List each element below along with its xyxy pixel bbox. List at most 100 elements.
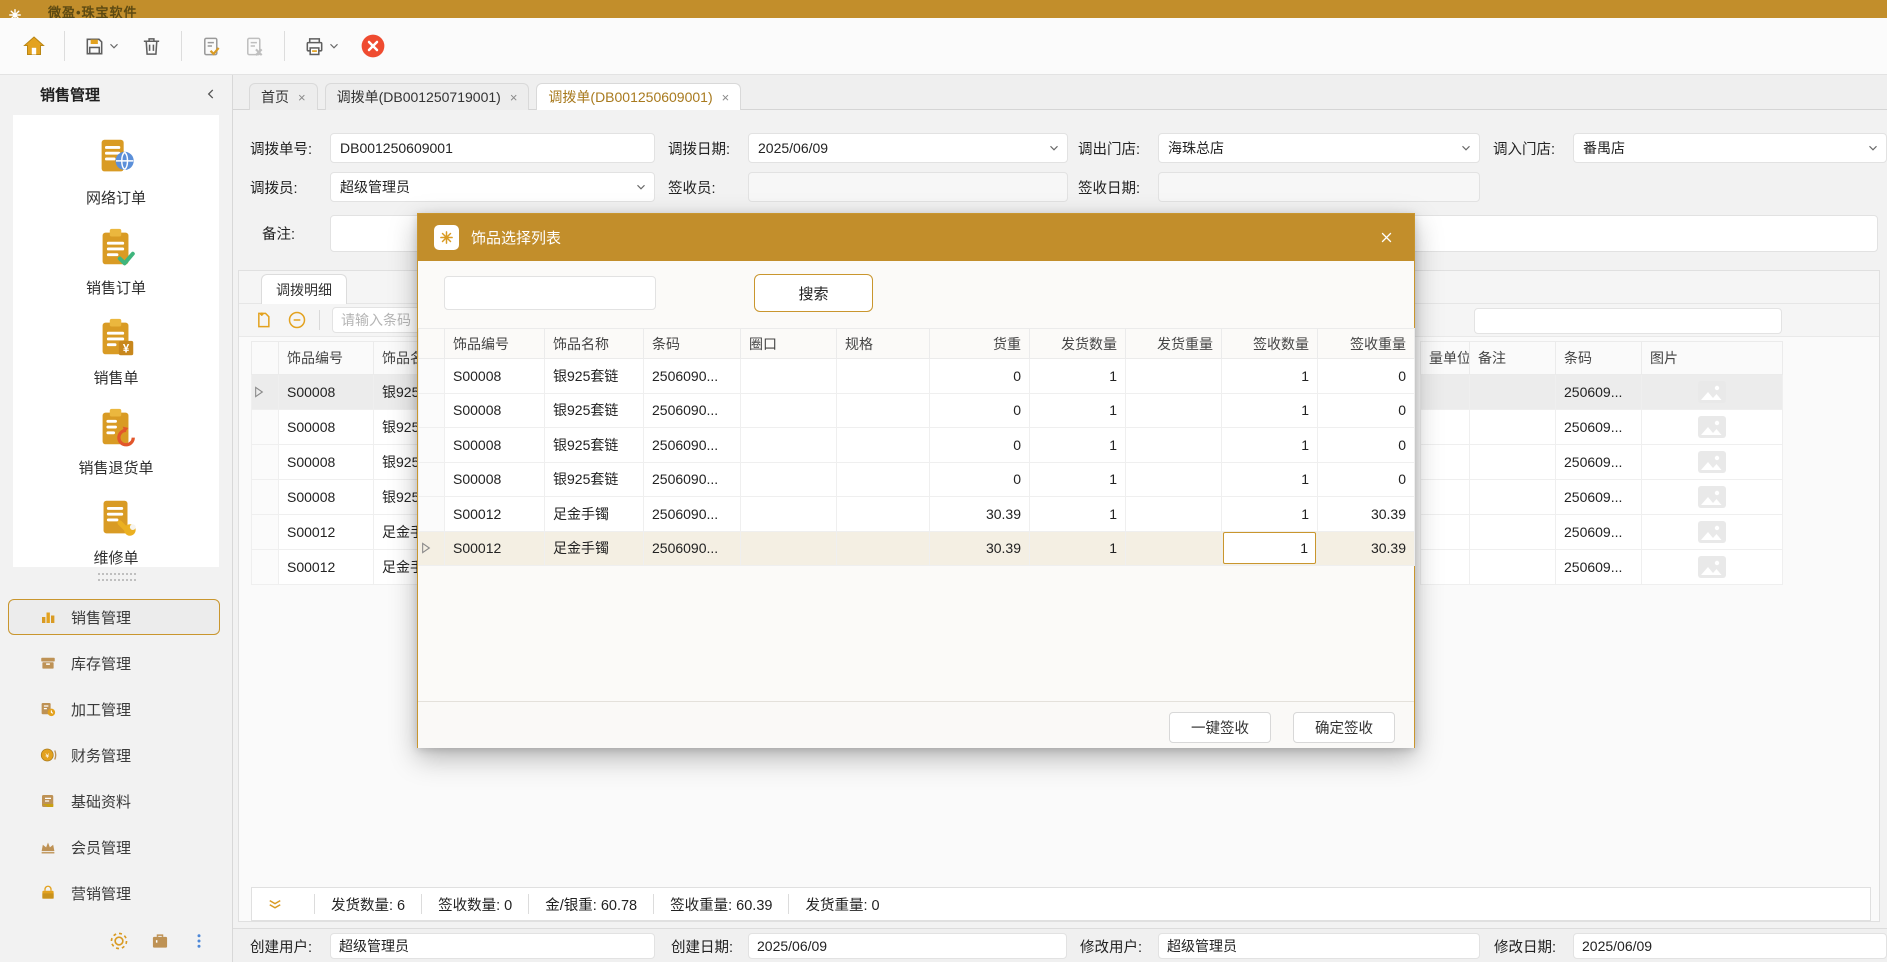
confirm-sign-button[interactable]: 确定签收 (1293, 712, 1395, 743)
column-header[interactable]: 备注 (1470, 342, 1556, 375)
shortcut-销售退货单[interactable]: 销售退货单 (78, 405, 153, 478)
cell: 2506090... (644, 531, 741, 566)
table-row[interactable]: S00012足金手镯2506090...30.391130.39 (419, 497, 1415, 532)
cell: 250609... (1556, 515, 1642, 550)
gear-icon[interactable] (108, 930, 130, 952)
table-row[interactable]: S00008银925套链2506090...0110 (419, 428, 1415, 463)
shortcut-网络订单[interactable]: 网络订单 (86, 135, 146, 208)
sidebar-item-库存管理[interactable]: 库存管理 (8, 645, 220, 681)
cell: 足金手镯 (545, 497, 644, 532)
svg-text:¥: ¥ (45, 753, 49, 760)
column-header[interactable]: 饰品编号 (279, 342, 374, 375)
column-header[interactable]: 饰品名称 (545, 329, 644, 359)
detail-right-input[interactable] (1474, 308, 1782, 334)
column-header[interactable]: 条码 (644, 329, 741, 359)
created-date-input[interactable] (748, 933, 1067, 959)
out-store-select[interactable] (1158, 133, 1480, 163)
close-button[interactable] (354, 26, 392, 66)
sidebar-item-财务管理[interactable]: ¥财务管理 (8, 737, 220, 773)
cell: 银925套链 (545, 428, 644, 463)
cell (1126, 531, 1222, 566)
table-row[interactable]: 250609... (1421, 375, 1783, 410)
created-by-input[interactable] (330, 933, 655, 959)
layers-icon[interactable] (266, 895, 284, 913)
sidebar-item-营销管理[interactable]: 营销管理 (8, 875, 220, 911)
cell: S00012 (279, 550, 374, 585)
dialog-search-input[interactable] (444, 276, 656, 310)
modified-date-input[interactable] (1573, 933, 1887, 959)
modified-by-input[interactable] (1158, 933, 1480, 959)
column-header[interactable]: 量单位 (1421, 342, 1470, 375)
stat-发货数量: 发货数量: 6 (331, 894, 405, 915)
tab-transfer-order-2[interactable]: 调拨单(DB001250609001)× (536, 83, 741, 110)
more-dots-icon[interactable] (190, 932, 208, 950)
image-placeholder-icon (1642, 515, 1783, 550)
column-header[interactable]: 发货重量 (1126, 329, 1222, 359)
column-header[interactable]: 图片 (1642, 342, 1783, 375)
table-row[interactable]: 250609... (1421, 410, 1783, 445)
table-row[interactable]: 250609... (1421, 515, 1783, 550)
cell: 250609... (1556, 375, 1642, 410)
chevron-down-icon[interactable] (108, 40, 120, 52)
close-tab-icon[interactable]: × (510, 90, 518, 105)
column-header[interactable]: 规格 (837, 329, 930, 359)
table-row[interactable]: 250609... (1421, 445, 1783, 480)
in-store-select[interactable] (1573, 133, 1887, 163)
table-row[interactable]: S00008银925套链2506090...0110 (419, 359, 1415, 394)
column-header[interactable]: 条码 (1556, 342, 1642, 375)
briefcase-icon[interactable] (150, 931, 170, 951)
column-header[interactable]: 签收重量 (1318, 329, 1415, 359)
field-label: 签收员: (668, 177, 748, 198)
save-button[interactable] (77, 26, 126, 66)
receive-date-input[interactable] (1158, 172, 1480, 202)
table-row[interactable]: S00008银925套链2506090...0110 (419, 393, 1415, 428)
close-icon[interactable] (1375, 226, 1398, 249)
tab-transfer-order-1[interactable]: 调拨单(DB001250719001)× (325, 83, 530, 110)
home-button[interactable] (16, 26, 52, 66)
column-header[interactable] (419, 329, 445, 359)
doc-add-icon[interactable] (253, 310, 273, 330)
column-header[interactable]: 货重 (930, 329, 1030, 359)
transfer-date-select[interactable] (748, 133, 1068, 163)
operator-select[interactable] (330, 172, 655, 202)
chevron-down-icon[interactable] (328, 40, 340, 52)
close-tab-icon[interactable]: × (298, 90, 306, 105)
table-row[interactable]: S00008银925套链2506090...0110 (419, 462, 1415, 497)
unaudit-button[interactable] (237, 26, 272, 66)
audit-button[interactable] (194, 26, 229, 66)
field-operator: 调拨员: (250, 172, 655, 202)
cell (252, 410, 279, 445)
column-header[interactable]: 签收数量 (1222, 329, 1318, 359)
column-header[interactable] (252, 342, 279, 375)
search-button[interactable]: 搜索 (754, 274, 873, 312)
image-placeholder-icon (1642, 375, 1783, 410)
table-row[interactable]: 250609... (1421, 480, 1783, 515)
shortcut-销售订单[interactable]: 销售订单 (86, 225, 146, 298)
image-placeholder-icon (1642, 550, 1783, 585)
sidebar-item-会员管理[interactable]: 会员管理 (8, 829, 220, 865)
column-header[interactable]: 饰品编号 (445, 329, 545, 359)
sidebar-item-加工管理[interactable]: 加工管理 (8, 691, 220, 727)
shortcut-维修单[interactable]: 维修单 (93, 495, 139, 568)
order-no-input[interactable] (330, 133, 655, 163)
table-row[interactable]: 250609... (1421, 550, 1783, 585)
sign-all-button[interactable]: 一键签收 (1169, 712, 1271, 743)
minus-circle-icon[interactable] (287, 310, 307, 330)
close-tab-icon[interactable]: × (722, 90, 730, 105)
sidebar-item-销售管理[interactable]: 销售管理 (8, 599, 220, 635)
tab-home[interactable]: 首页× (249, 83, 318, 110)
tab-transfer-detail[interactable]: 调拨明细 (261, 274, 347, 305)
receiver-input[interactable] (748, 172, 1068, 202)
shortcut-销售单[interactable]: ¥销售单 (93, 315, 139, 388)
chevron-left-icon[interactable] (204, 87, 218, 101)
edit-cell-input[interactable]: 1 (1223, 532, 1316, 564)
column-header[interactable]: 圈口 (741, 329, 837, 359)
sidebar-item-基础资料[interactable]: 基础资料 (8, 783, 220, 819)
dialog-header[interactable]: 饰品选择列表 (418, 214, 1414, 261)
print-button[interactable] (297, 26, 346, 66)
splitter-grip[interactable] (98, 573, 136, 581)
table-row[interactable]: S00012足金手镯2506090...30.391130.39 (419, 531, 1415, 566)
column-header[interactable]: 发货数量 (1030, 329, 1126, 359)
delete-button[interactable] (134, 26, 169, 66)
cell (252, 445, 279, 480)
